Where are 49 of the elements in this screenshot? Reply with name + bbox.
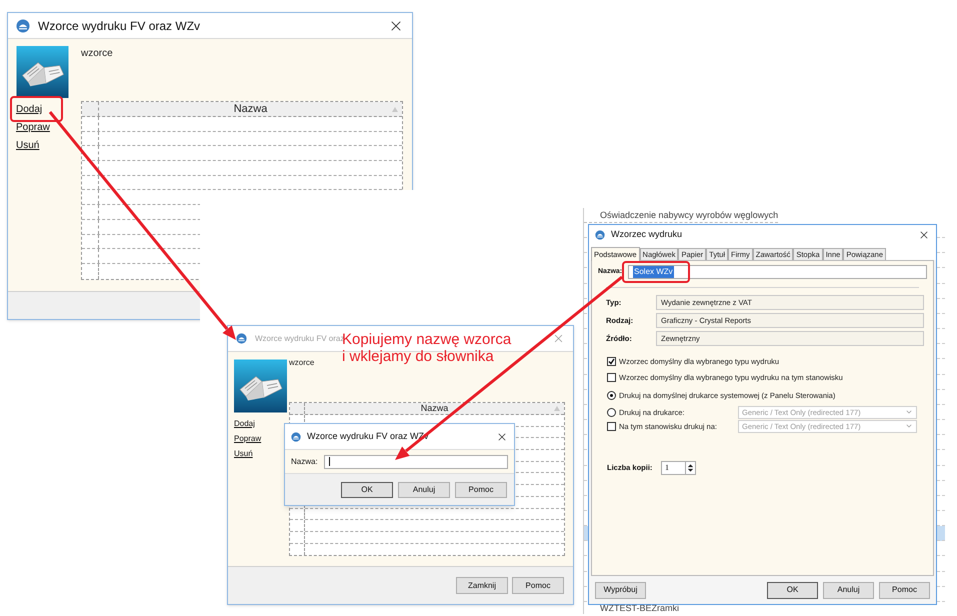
- dialog-button[interactable]: Anuluj: [398, 482, 450, 498]
- dialog-button[interactable]: OK: [767, 582, 818, 598]
- close-button[interactable]: [918, 229, 930, 241]
- field-label: Nazwa:: [291, 456, 318, 468]
- dialog-button[interactable]: Pomoc: [455, 482, 507, 498]
- action-link[interactable]: Usuń: [16, 139, 40, 153]
- dialog-button[interactable]: Zamknij: [456, 577, 508, 594]
- checkbox[interactable]: [607, 373, 616, 382]
- list-item: WZTEST-BEZramki: [599, 602, 679, 614]
- copies-spinner[interactable]: 1: [661, 460, 696, 475]
- app-icon: [236, 333, 247, 344]
- app-icon: [16, 18, 30, 32]
- section-label: wzorce: [81, 47, 113, 61]
- text-cursor: [328, 457, 330, 466]
- dialog-button[interactable]: Wypróbuj: [595, 582, 646, 598]
- annotation-text: Kopiujemy nazwę wzorca i wklejamy do słownika: [342, 331, 512, 365]
- action-link[interactable]: Usuń: [234, 448, 253, 460]
- list-item: Oświadczenie nabywcy wyrobów węglowych: [584, 208, 778, 223]
- name-input[interactable]: [324, 454, 508, 468]
- action-link[interactable]: Dodaj: [234, 418, 255, 430]
- action-link[interactable]: Dodaj: [16, 103, 42, 117]
- book-icon: [234, 357, 287, 415]
- dialog-button[interactable]: Pomoc: [512, 577, 564, 594]
- close-icon: [918, 229, 930, 241]
- check-icon: [608, 358, 615, 366]
- action-link[interactable]: Popraw: [234, 433, 262, 445]
- checkbox[interactable]: [607, 422, 616, 431]
- app-icon: [595, 230, 605, 240]
- dialog-button[interactable]: Anuluj: [823, 582, 874, 598]
- app-icon: [291, 432, 301, 442]
- radio-button[interactable]: [607, 408, 616, 417]
- checkbox[interactable]: [607, 357, 616, 366]
- name-field[interactable]: Solex WZv: [628, 265, 927, 279]
- close-icon: [552, 332, 565, 345]
- action-link[interactable]: Popraw: [16, 121, 50, 135]
- sort-icon: [554, 406, 560, 411]
- selected-text: Solex WZv: [633, 266, 674, 278]
- dialog-button[interactable]: Pomoc: [879, 582, 930, 598]
- radio-button[interactable]: [607, 390, 616, 400]
- dialog-button[interactable]: OK: [341, 482, 393, 498]
- window-title: Wzorce wydruku FV oraz: [255, 334, 344, 343]
- highlight-frame: [622, 261, 690, 283]
- section-label: wzorce: [289, 357, 314, 369]
- spinner-arrows-icon: [685, 462, 695, 474]
- window-title: Wzorzec wydruku: [611, 228, 684, 242]
- book-icon: [16, 46, 69, 98]
- sort-icon: [392, 106, 398, 112]
- window-title: Wzorce wydruku FV oraz WZv: [38, 18, 200, 34]
- highlight-frame: [10, 96, 63, 122]
